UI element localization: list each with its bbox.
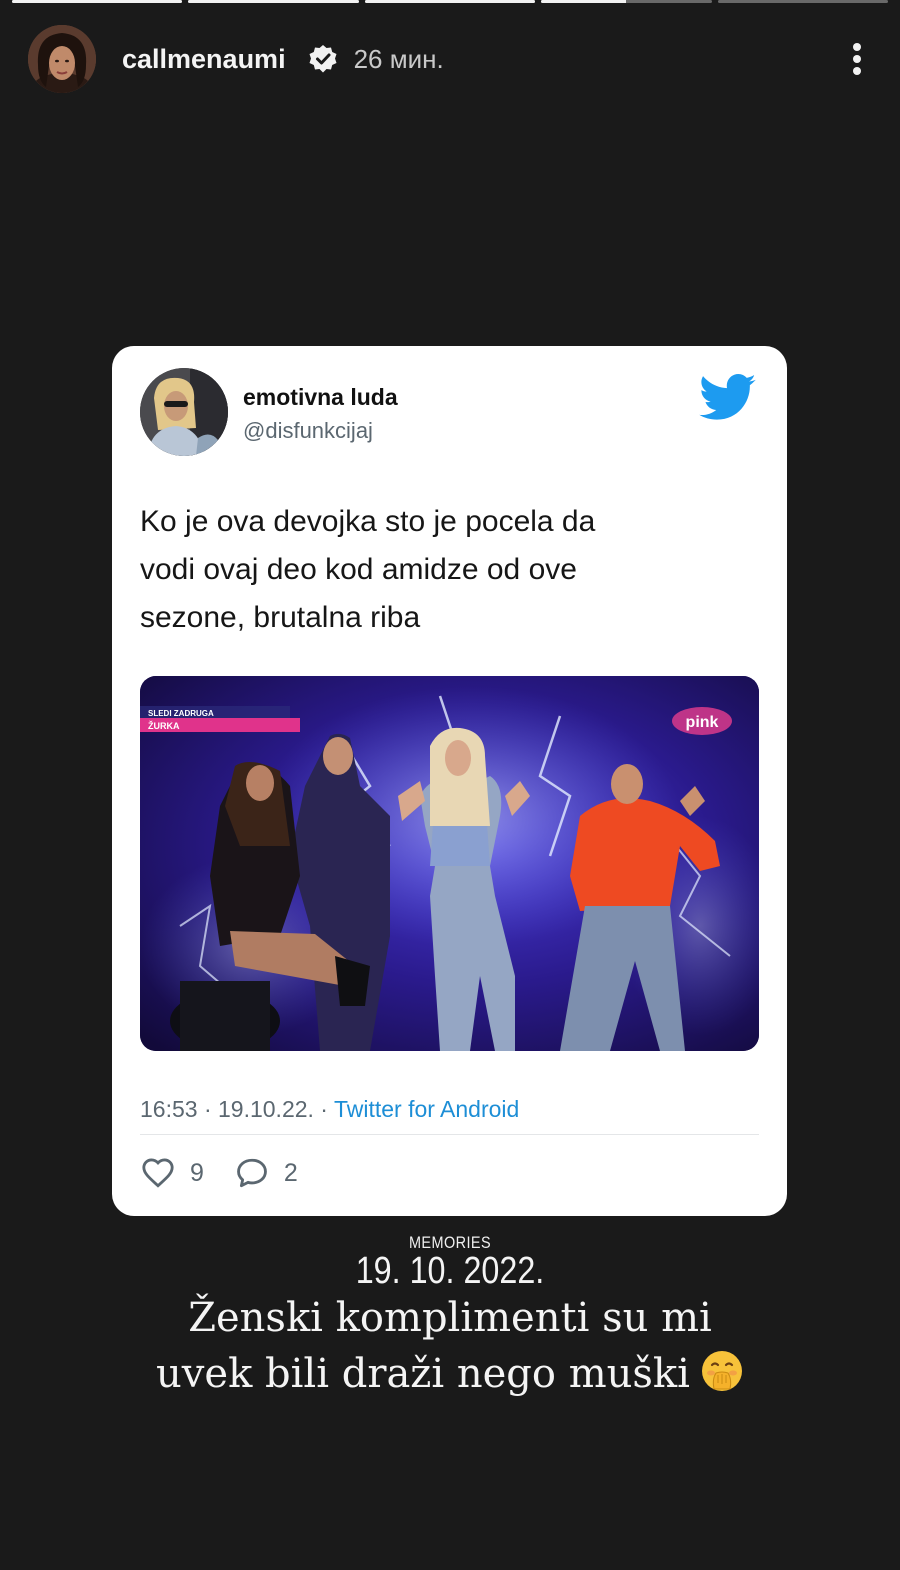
tweet-media-image[interactable]: SLEDI ZADRUGA ŽURKA pink [140, 676, 759, 1051]
tweet-author-name[interactable]: emotivna luda [243, 384, 398, 411]
caption-line: Ženski komplimenti su mi [188, 1295, 712, 1341]
media-overlay-bottom: ŽURKA [148, 720, 180, 731]
progress-segment [717, 0, 889, 3]
more-icon[interactable] [842, 39, 872, 79]
like-button[interactable]: 9 [140, 1156, 204, 1190]
reply-count: 2 [283, 1158, 298, 1187]
progress-segment [364, 0, 536, 3]
heart-icon [142, 1158, 174, 1188]
reply-icon [237, 1158, 267, 1188]
username[interactable]: callmenaumi [122, 44, 286, 75]
tweet-divider [140, 1134, 759, 1135]
tweet-text-line: Ko je ova devojka sto je pocela da [140, 505, 596, 538]
post-time: 26 мин. [353, 43, 444, 74]
avatar-image [28, 25, 96, 93]
tweet-card: emotivna luda @disfunkcijaj Ko je ova de… [112, 346, 787, 1216]
tweet-author-handle[interactable]: @disfunkcijaj [243, 418, 373, 444]
reply-button[interactable]: 2 [234, 1156, 298, 1190]
progress-segment [188, 0, 359, 3]
story-progress [12, 0, 889, 4]
tweet-meta: 16:53 · 19.10.22. · Twitter for Android [140, 1096, 519, 1123]
tweet-author-avatar[interactable] [140, 368, 228, 456]
progress-segment [12, 0, 183, 3]
caption-line: uvek bili draži nego muški [156, 1351, 690, 1397]
tweet-text-line: sezone, brutalna riba [140, 601, 421, 634]
tweet-source-link[interactable]: Twitter for Android [334, 1096, 519, 1122]
memories-date: 19. 10. 2022. [355, 1250, 545, 1292]
tweet-actions: 9 2 [140, 1156, 298, 1190]
tweet-text: Ko je ova devojka sto je pocela da vodi … [140, 498, 740, 642]
like-count: 9 [190, 1158, 204, 1187]
verified-icon [308, 44, 338, 74]
story-caption: Ženski komplimenti su mi uvek bili draži… [0, 1290, 900, 1402]
media-overlay-top: SLEDI ZADRUGA [148, 709, 214, 718]
hand-over-mouth-emoji [700, 1349, 744, 1393]
twitter-bird-icon [699, 374, 757, 422]
avatar[interactable] [28, 25, 96, 93]
tweet-avatar-image [140, 368, 228, 456]
tweet-text-line: vodi ovaj deo kod amidze od ove [140, 553, 577, 586]
story-header: callmenaumi 26 мин. [28, 22, 872, 96]
channel-logo: pink [686, 714, 719, 731]
progress-segment [541, 0, 712, 3]
tweet-timestamp: 16:53 · 19.10.22. · [140, 1096, 334, 1122]
